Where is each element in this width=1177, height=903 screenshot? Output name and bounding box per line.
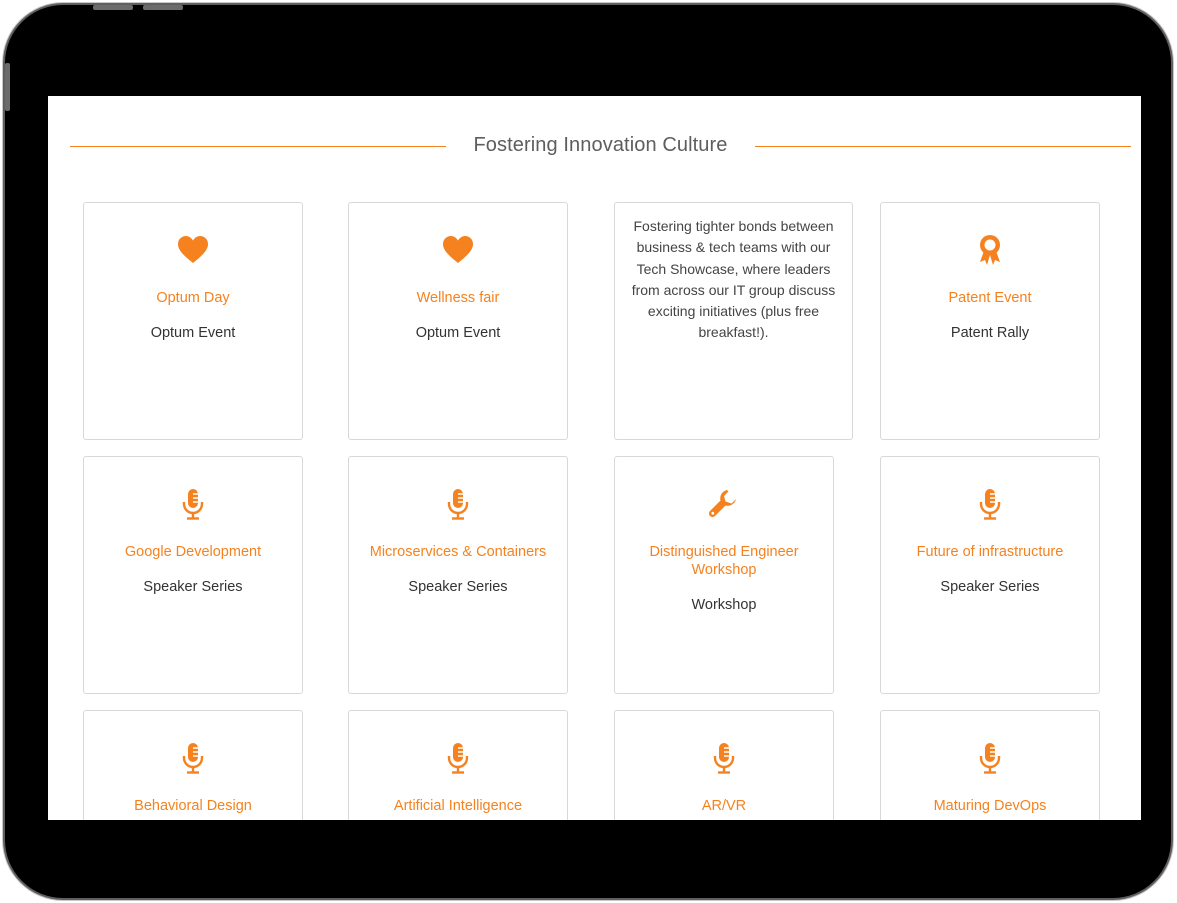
microphone-icon [84,487,302,521]
card-subtitle: Patent Rally [950,325,1030,341]
page-screen: Fostering Innovation Culture Optum Day O… [48,96,1141,820]
card-subtitle: Optum Event [415,325,501,341]
wrench-icon [615,487,833,521]
card-subtitle: Speaker Series [940,579,1040,595]
card-title: AR/VR [701,798,747,814]
heart-icon [349,233,567,267]
card-title: Google Development [124,544,262,560]
event-card-distinguished-engineer[interactable]: Distinguished Engineer Workshop Workshop [614,456,834,694]
tablet-top-button [93,5,133,10]
event-card-tech-showcase[interactable]: Fostering tighter bonds between business… [614,202,853,440]
microphone-icon [881,741,1099,775]
card-subtitle: Speaker Series [408,579,508,595]
card-title: Distinguished Engineer Workshop [649,544,799,578]
card-subtitle: Workshop [691,597,757,613]
card-description: Fostering tighter bonds between business… [631,218,836,341]
card-title: Future of infrastructure [916,544,1064,560]
header-divider-left [70,146,446,147]
event-card-artificial-intelligence[interactable]: Artificial Intelligence [348,710,568,820]
microphone-icon [349,487,567,521]
card-title: Behavioral Design [134,798,252,814]
event-card-microservices[interactable]: Microservices & Containers Speaker Serie… [348,456,568,694]
event-card-ar-vr[interactable]: AR/VR [614,710,834,820]
card-subtitle: Speaker Series [143,579,243,595]
section-title: Fostering Innovation Culture [473,134,728,156]
card-title: Patent Event [948,290,1032,306]
card-title: Maturing DevOps [933,798,1047,814]
event-card-google-development[interactable]: Google Development Speaker Series [83,456,303,694]
microphone-icon [349,741,567,775]
microphone-icon [84,741,302,775]
event-card-future-infrastructure[interactable]: Future of infrastructure Speaker Series [880,456,1100,694]
tablet-side-button [5,63,10,111]
card-subtitle: Optum Event [150,325,236,341]
event-card-wellness-fair[interactable]: Wellness fair Optum Event [348,202,568,440]
microphone-icon [881,487,1099,521]
tablet-frame: Fostering Innovation Culture Optum Day O… [5,5,1171,898]
award-icon [881,233,1099,267]
event-card-patent-event[interactable]: Patent Event Patent Rally [880,202,1100,440]
header-divider-right [755,146,1131,147]
card-title: Microservices & Containers [369,544,547,560]
event-card-optum-day[interactable]: Optum Day Optum Event [83,202,303,440]
microphone-icon [615,741,833,775]
event-card-maturing-devops[interactable]: Maturing DevOps [880,710,1100,820]
heart-icon [84,233,302,267]
tablet-top-button [143,5,183,10]
section-header: Fostering Innovation Culture [48,132,1141,160]
card-title: Wellness fair [416,290,500,306]
event-card-behavioral-design[interactable]: Behavioral Design [83,710,303,820]
card-title: Optum Day [156,290,230,306]
card-title: Artificial Intelligence [393,798,523,814]
